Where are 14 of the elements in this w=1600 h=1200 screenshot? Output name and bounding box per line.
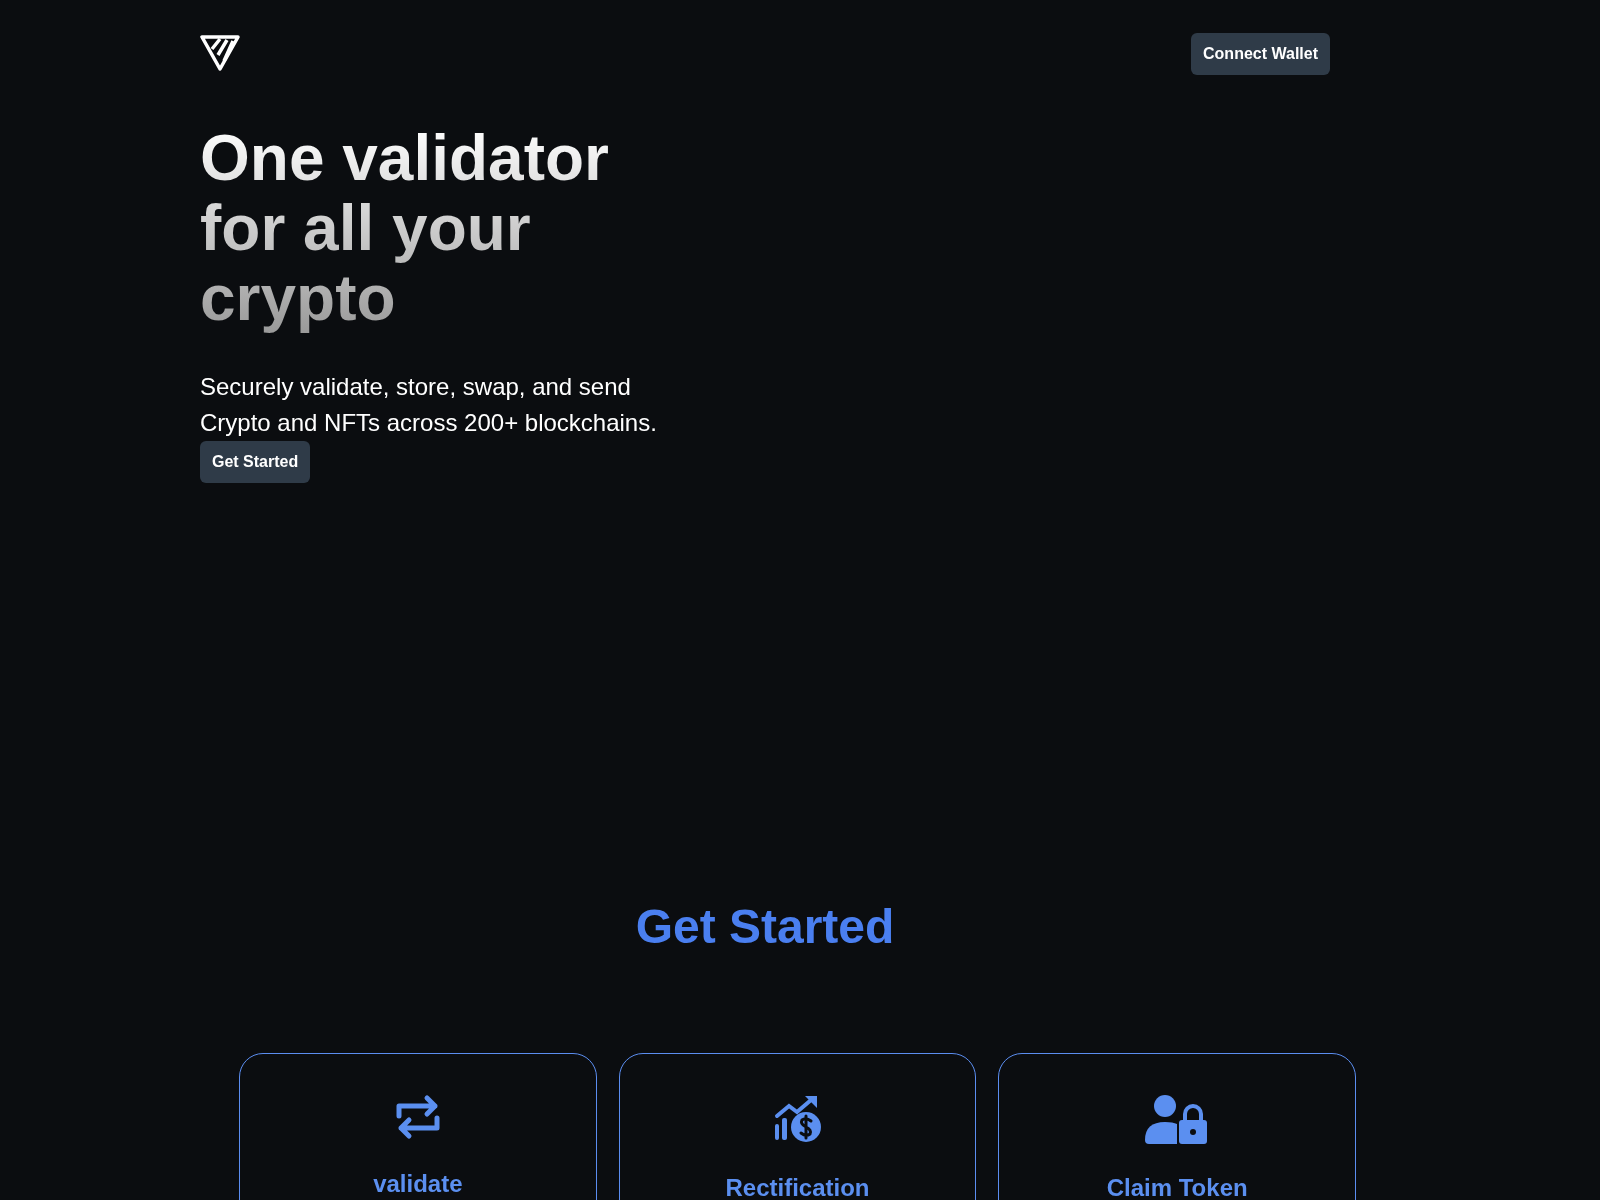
logo-icon xyxy=(200,35,240,73)
feature-card[interactable]: validate xyxy=(239,1052,597,1200)
get-started-button[interactable]: Get Started xyxy=(200,441,311,483)
section-title: Get Started xyxy=(634,899,896,955)
card-title: Claim Token xyxy=(1106,1173,1248,1200)
user-lock-icon xyxy=(1145,1093,1210,1144)
connect-wallet-button[interactable]: Connect Wallet xyxy=(1191,33,1330,75)
card-title: Rectification xyxy=(725,1173,870,1200)
chart-coin-icon xyxy=(772,1093,823,1144)
arrows-icon xyxy=(394,1093,441,1140)
hero-subtitle: Securely validate, store, swap, and send Crypto and NFTs across 200+ blockchains. xyxy=(200,372,658,438)
feature-card[interactable]: Claim Token xyxy=(998,1052,1356,1200)
card-title: validate xyxy=(373,1169,463,1199)
feature-card[interactable]: Rectification xyxy=(618,1052,977,1200)
